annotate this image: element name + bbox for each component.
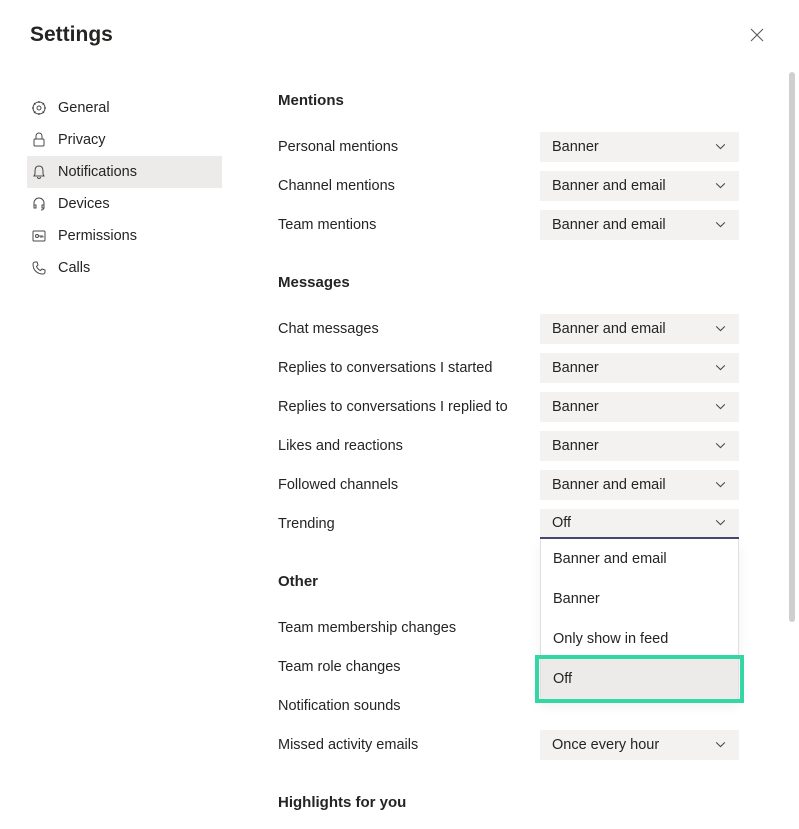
lock-icon xyxy=(30,131,48,149)
setting-label: Team mentions xyxy=(278,217,540,233)
dropdown-menu-trending: Banner and email Banner Only show in fee… xyxy=(540,539,739,700)
setting-label: Chat messages xyxy=(278,321,540,337)
chevron-down-icon xyxy=(714,439,727,452)
chevron-down-icon xyxy=(714,140,727,153)
key-icon xyxy=(30,227,48,245)
close-icon xyxy=(750,28,764,42)
dropdown-channel-mentions[interactable]: Banner and email xyxy=(540,171,739,201)
chevron-down-icon xyxy=(714,400,727,413)
headset-icon xyxy=(30,195,48,213)
sidebar-label: Calls xyxy=(58,260,90,276)
chevron-down-icon xyxy=(714,738,727,751)
section-header-mentions: Mentions xyxy=(278,92,739,109)
dropdown-value: Banner and email xyxy=(552,178,666,194)
setting-label: Likes and reactions xyxy=(278,438,540,454)
dropdown-personal-mentions[interactable]: Banner xyxy=(540,132,739,162)
dropdown-followed-channels[interactable]: Banner and email xyxy=(540,470,739,500)
dropdown-value: Banner xyxy=(552,438,599,454)
chevron-down-icon xyxy=(714,218,727,231)
bell-icon xyxy=(30,163,48,181)
dropdown-option[interactable]: Only show in feed xyxy=(541,619,738,659)
phone-icon xyxy=(30,259,48,277)
close-button[interactable] xyxy=(745,23,769,47)
setting-label: Missed activity emails xyxy=(278,737,540,753)
section-header-highlights: Highlights for you xyxy=(278,794,739,811)
chevron-down-icon xyxy=(714,516,727,529)
setting-label: Notification sounds xyxy=(278,698,739,714)
dropdown-value: Banner and email xyxy=(552,321,666,337)
chevron-down-icon xyxy=(714,179,727,192)
dropdown-value: Banner xyxy=(552,139,599,155)
chevron-down-icon xyxy=(714,322,727,335)
dropdown-replies-started[interactable]: Banner xyxy=(540,353,739,383)
dropdown-chat-messages[interactable]: Banner and email xyxy=(540,314,739,344)
sidebar-item-calls[interactable]: Calls xyxy=(27,252,222,284)
page-title: Settings xyxy=(30,23,113,47)
sidebar-item-general[interactable]: General xyxy=(27,92,222,124)
dropdown-missed-emails[interactable]: Once every hour xyxy=(540,730,739,760)
dropdown-value: Banner and email xyxy=(552,477,666,493)
gear-icon xyxy=(30,99,48,117)
dropdown-team-mentions[interactable]: Banner and email xyxy=(540,210,739,240)
setting-label: Replies to conversations I replied to xyxy=(278,399,540,415)
dropdown-option[interactable]: Banner and email xyxy=(541,539,738,579)
setting-label: Trending xyxy=(278,516,540,532)
setting-label: Personal mentions xyxy=(278,139,540,155)
sidebar-label: Permissions xyxy=(58,228,137,244)
dropdown-option-off[interactable]: Off xyxy=(541,659,738,699)
dropdown-value: Banner xyxy=(552,399,599,415)
sidebar-item-notifications[interactable]: Notifications xyxy=(27,156,222,188)
sidebar-label: Devices xyxy=(58,196,110,212)
sidebar-label: General xyxy=(58,100,110,116)
scrollbar[interactable] xyxy=(789,72,795,622)
sidebar-item-devices[interactable]: Devices xyxy=(27,188,222,220)
sidebar-label: Notifications xyxy=(58,164,137,180)
main-content: Mentions Personal mentions Banner Channe… xyxy=(222,92,799,829)
setting-label: Followed channels xyxy=(278,477,540,493)
sidebar: General Privacy Notifications Devices Pe… xyxy=(0,92,222,829)
sidebar-item-privacy[interactable]: Privacy xyxy=(27,124,222,156)
dropdown-value: Off xyxy=(552,515,571,531)
dropdown-value: Banner and email xyxy=(552,217,666,233)
section-header-messages: Messages xyxy=(278,274,739,291)
sidebar-item-permissions[interactable]: Permissions xyxy=(27,220,222,252)
chevron-down-icon xyxy=(714,478,727,491)
chevron-down-icon xyxy=(714,361,727,374)
sidebar-label: Privacy xyxy=(58,132,106,148)
dropdown-option[interactable]: Banner xyxy=(541,579,738,619)
dropdown-replies-replied[interactable]: Banner xyxy=(540,392,739,422)
setting-label: Replies to conversations I started xyxy=(278,360,540,376)
setting-label: Channel mentions xyxy=(278,178,540,194)
dropdown-likes[interactable]: Banner xyxy=(540,431,739,461)
dropdown-trending[interactable]: Off xyxy=(540,509,739,539)
dropdown-value: Once every hour xyxy=(552,737,659,753)
dropdown-value: Banner xyxy=(552,360,599,376)
